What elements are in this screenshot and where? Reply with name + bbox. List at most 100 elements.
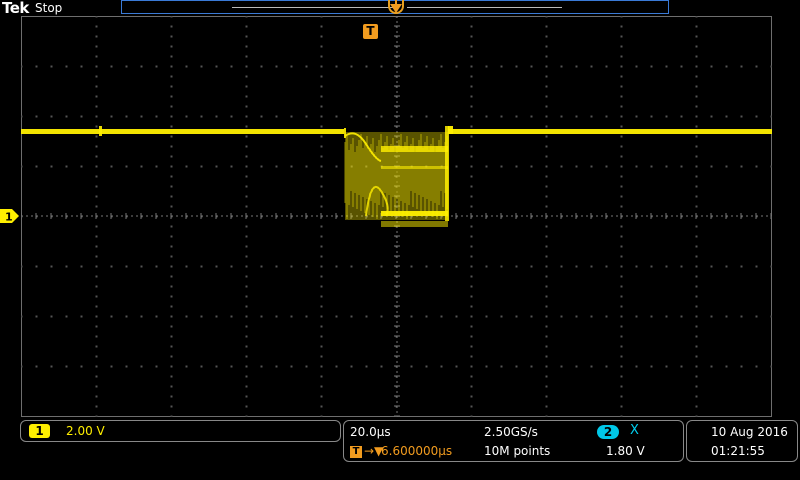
grid-dot xyxy=(440,315,443,318)
grid-dot xyxy=(95,45,98,48)
grid-dot xyxy=(470,85,473,88)
grid-dot xyxy=(470,235,473,238)
grid-dot xyxy=(695,105,698,108)
grid-dot xyxy=(545,65,548,68)
grid-dot xyxy=(95,35,98,38)
grid-dot xyxy=(110,365,113,368)
grid-dot xyxy=(515,365,518,368)
grid-dot xyxy=(95,245,98,248)
grid-dot xyxy=(245,305,248,308)
grid-dot xyxy=(590,365,593,368)
grid-dot xyxy=(380,115,383,118)
grid-dot xyxy=(470,295,473,298)
grid-dot xyxy=(21,165,23,168)
grid-dot xyxy=(110,165,113,168)
grid-dot xyxy=(470,16,473,18)
trigger-position-arrow-icon[interactable] xyxy=(390,4,402,13)
grid-dot xyxy=(200,65,203,68)
grid-dot xyxy=(470,375,473,378)
grid-dot xyxy=(755,65,758,68)
grid-dot xyxy=(470,195,473,198)
grid-dot xyxy=(50,265,53,268)
channel-1-badge[interactable]: 1 xyxy=(29,424,50,438)
grid-dot xyxy=(425,365,428,368)
grid-dot xyxy=(95,85,98,88)
grid-dot xyxy=(590,165,593,168)
grid-dot xyxy=(740,365,743,368)
run-state-label[interactable]: Stop xyxy=(35,1,62,15)
grid-dot xyxy=(545,155,548,158)
grid-dot xyxy=(515,165,518,168)
channel-1-ground-icon[interactable]: 1 xyxy=(0,208,20,224)
record-view-line-right xyxy=(407,7,562,8)
grid-dot xyxy=(620,285,623,288)
waveform-envelope xyxy=(448,129,772,134)
grid-dot xyxy=(245,175,248,178)
grid-dot xyxy=(140,265,143,268)
grid-dot xyxy=(170,145,173,148)
grid-dot xyxy=(770,115,772,118)
grid-dot xyxy=(605,365,608,368)
grid-dot xyxy=(620,405,623,408)
grid-dot xyxy=(425,65,428,68)
grid-dot xyxy=(35,365,38,368)
grid-dot xyxy=(245,355,248,358)
grid-dot xyxy=(635,165,638,168)
waveform-envelope xyxy=(448,126,453,134)
grid-dot xyxy=(740,315,743,318)
grid-dot xyxy=(95,135,98,138)
grid-dot xyxy=(470,205,473,208)
grid-dot xyxy=(695,325,698,328)
grid-dot xyxy=(695,335,698,338)
channel-1-panel[interactable]: 1 2.00 V xyxy=(20,420,341,442)
grid-dot xyxy=(245,395,248,398)
grid-dot xyxy=(605,265,608,268)
grid-dot xyxy=(215,315,218,318)
grid-dot xyxy=(95,25,98,28)
grid-dot xyxy=(545,345,548,348)
trigger-source-badge[interactable]: 2 xyxy=(597,425,619,439)
grid-dot xyxy=(470,305,473,308)
grid-dot xyxy=(470,265,473,268)
grid-dot xyxy=(440,365,443,368)
grid-dot xyxy=(560,315,563,318)
grid-dot xyxy=(170,75,173,78)
grid-dot xyxy=(680,65,683,68)
grid-dot xyxy=(335,365,338,368)
grid-dot xyxy=(545,45,548,48)
grid-dot xyxy=(470,65,473,68)
grid-dot xyxy=(365,65,368,68)
grid-dot xyxy=(470,165,473,168)
grid-dot xyxy=(170,155,173,158)
grid-dot xyxy=(110,115,113,118)
grid-dot xyxy=(770,165,772,168)
grid-dot xyxy=(245,185,248,188)
grid-dot xyxy=(620,225,623,228)
grid-dot xyxy=(545,145,548,148)
grid-dot xyxy=(170,365,173,368)
waveform-graticule[interactable] xyxy=(21,16,772,417)
grid-dot xyxy=(95,365,98,368)
grid-dot xyxy=(695,385,698,388)
grid-dot xyxy=(695,345,698,348)
grid-dot xyxy=(320,155,323,158)
grid-dot xyxy=(695,395,698,398)
grid-dot xyxy=(545,395,548,398)
grid-dot xyxy=(365,115,368,118)
grid-dot xyxy=(545,225,548,228)
grid-dot xyxy=(545,325,548,328)
grid-dot xyxy=(500,365,503,368)
grid-dot xyxy=(65,165,68,168)
grid-dot xyxy=(470,415,473,417)
grid-dot xyxy=(455,115,458,118)
datetime-panel[interactable]: 10 Aug 2016 01:21:55 xyxy=(686,420,798,462)
trigger-slope-icon[interactable]: X xyxy=(630,423,639,439)
grid-dot xyxy=(245,65,248,68)
grid-dot xyxy=(695,235,698,238)
grid-dot xyxy=(35,265,38,268)
grid-dot xyxy=(320,45,323,48)
grid-dot xyxy=(470,245,473,248)
horizontal-panel[interactable]: 20.0µs 2.50GS/s T →▼ 6.600000µs 10M poin… xyxy=(343,420,684,462)
grid-dot xyxy=(515,315,518,318)
grid-dot xyxy=(320,175,323,178)
